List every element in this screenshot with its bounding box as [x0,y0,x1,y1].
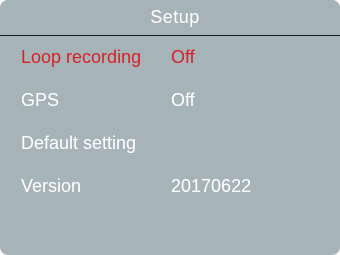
menu-item-gps[interactable]: GPS Off [0,79,340,122]
menu-item-label: Loop recording [21,47,142,67]
menu-item-value: Off [171,47,195,67]
menu-item-label: Version [21,176,82,196]
menu-item-value: Off [171,90,195,110]
menu-item-version[interactable]: Version 20170622 [0,165,340,208]
menu-item-default-setting[interactable]: Default setting [0,122,340,165]
menu-item-value: 20170622 [171,176,252,196]
menu-item-label: Default setting [21,133,137,153]
setup-screen: Setup Loop recording Off GPS Off Default… [0,0,340,255]
setup-menu: Loop recording Off GPS Off Default setti… [0,36,340,208]
menu-item-loop-recording[interactable]: Loop recording Off [0,36,340,79]
screen-title: Setup [150,7,200,27]
menu-item-label: GPS [21,90,60,110]
title-bar: Setup [0,0,340,36]
